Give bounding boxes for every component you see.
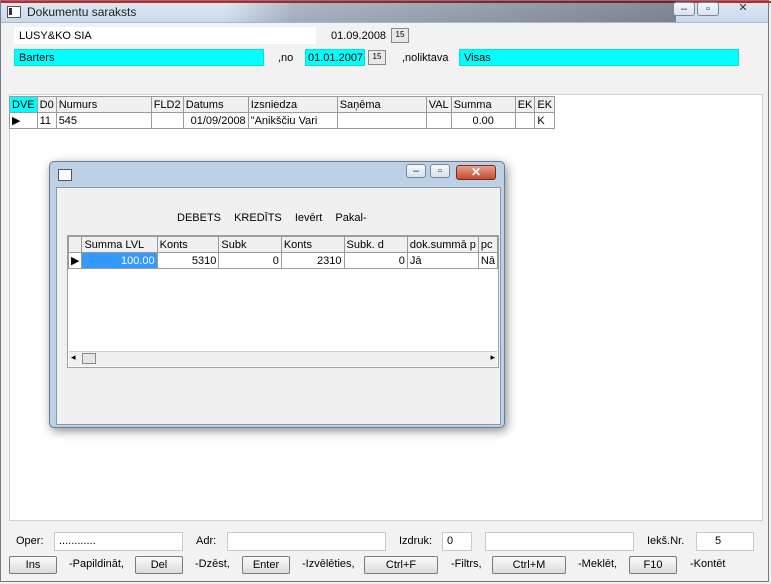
documents-table: DVE D0 Numurs FLD2 Datums Izsniedza Saņē… bbox=[9, 96, 556, 129]
cell-val[interactable] bbox=[425, 112, 452, 129]
child-content: DEBETS KREDĪTS Ievērt Pakal- Summa LVL K… bbox=[56, 187, 501, 425]
ins-button[interactable]: Ins bbox=[9, 556, 57, 574]
oper-field[interactable]: ............ bbox=[54, 532, 183, 551]
cell-sanema[interactable] bbox=[336, 112, 427, 129]
maximize-button[interactable]: ▫ bbox=[697, 2, 719, 16]
cell-ek2[interactable]: K bbox=[534, 112, 556, 129]
menu-pakal[interactable]: Pakal- bbox=[335, 212, 366, 224]
col-header-konts2[interactable]: Konts bbox=[280, 236, 345, 253]
postings-window: – ▫ ✕ DEBETS KREDĪTS Ievērt Pakal- Summa… bbox=[49, 161, 505, 428]
title-bar: Dokumentu saraksts – ▫ ✕ bbox=[1, 1, 771, 23]
col-header-ek[interactable]: EK bbox=[514, 96, 536, 113]
close-button[interactable]: ✕ bbox=[731, 2, 755, 16]
menu-kredits[interactable]: KREDĪTS bbox=[234, 212, 282, 224]
enter-button[interactable]: Enter bbox=[242, 556, 290, 574]
cell-konts2[interactable]: 2310 bbox=[280, 252, 345, 269]
cell-subk-d[interactable]: 0 bbox=[343, 252, 408, 269]
child-maximize-button[interactable]: ▫ bbox=[430, 164, 450, 178]
child-close-button[interactable]: ✕ bbox=[456, 165, 496, 180]
child-minimize-button[interactable]: – bbox=[406, 164, 426, 178]
col-header-sanema[interactable]: Saņēma bbox=[336, 96, 427, 113]
cell-d0[interactable]: 11 bbox=[36, 112, 57, 129]
minimize-button[interactable]: – bbox=[673, 2, 695, 16]
col-header-summa[interactable]: Summa bbox=[450, 96, 516, 113]
table-header-row: DVE D0 Numurs FLD2 Datums Izsniedza Saņē… bbox=[9, 96, 556, 113]
postings-corner bbox=[68, 236, 83, 253]
izdruk-extra-field[interactable] bbox=[485, 532, 634, 551]
ieks-nr-label: Iekš.Nr. bbox=[647, 535, 685, 547]
izdruk-label: Izdruk: bbox=[399, 535, 433, 547]
col-header-pc[interactable]: pc bbox=[477, 236, 498, 253]
postings-header-row: Summa LVL Konts Subk Konts Subk. d dok.s… bbox=[68, 236, 498, 253]
del-desc: -Dzēst, bbox=[195, 558, 230, 570]
ctrl-f-button[interactable]: Ctrl+F bbox=[364, 556, 438, 574]
col-header-dok-summa[interactable]: dok.summā p bbox=[406, 236, 479, 253]
row-indicator: ▶ bbox=[68, 252, 83, 269]
company-field[interactable]: LUSY&KO SIA bbox=[14, 27, 316, 44]
from-label: ,no bbox=[278, 52, 294, 64]
oper-label: Oper: bbox=[16, 535, 44, 547]
adr-label: Adr: bbox=[196, 535, 217, 547]
col-header-konts[interactable]: Konts bbox=[156, 236, 220, 253]
child-window-icon bbox=[58, 169, 72, 181]
enter-desc: -Izvēlēties, bbox=[302, 558, 355, 570]
titlebar-glass bbox=[226, 1, 676, 22]
col-header-ek2[interactable]: EK bbox=[534, 96, 556, 113]
f10-button[interactable]: F10 bbox=[629, 556, 677, 574]
col-header-d0[interactable]: D0 bbox=[36, 96, 57, 113]
cell-summa[interactable]: 0.00 bbox=[450, 112, 516, 129]
top-date: 01.09.2008 bbox=[331, 30, 387, 42]
from-date-field[interactable]: 01.01.2007 bbox=[305, 49, 365, 66]
menu-ievert[interactable]: Ievērt bbox=[295, 212, 323, 224]
scroll-thumb[interactable] bbox=[82, 353, 96, 364]
col-header-izsniedza[interactable]: Izsniedza bbox=[247, 96, 338, 113]
table-row[interactable]: ▶ 100.00 5310 0 2310 0 Jā Nā bbox=[68, 252, 498, 269]
adr-field[interactable] bbox=[227, 532, 386, 551]
horizontal-scrollbar[interactable]: ◂ ▸ bbox=[69, 351, 497, 366]
cell-dok-summa[interactable]: Jā bbox=[406, 252, 479, 269]
col-header-subk[interactable]: Subk bbox=[218, 236, 282, 253]
warehouse-field[interactable]: Visas bbox=[459, 49, 739, 66]
ctrl-m-desc: -Meklēt, bbox=[578, 558, 618, 570]
del-button[interactable]: Del bbox=[135, 556, 183, 574]
scroll-right-icon[interactable]: ▸ bbox=[490, 352, 495, 363]
ctrl-f-desc: -Filtrs, bbox=[451, 558, 482, 570]
doc-type-field[interactable]: Barters bbox=[14, 49, 264, 66]
cell-izsniedza[interactable]: "Anikščiu Vari bbox=[247, 112, 338, 129]
postings-table: Summa LVL Konts Subk Konts Subk. d dok.s… bbox=[68, 236, 498, 269]
ctrl-m-button[interactable]: Ctrl+M bbox=[492, 556, 566, 574]
ins-desc: -Papildināt, bbox=[69, 558, 125, 570]
scroll-left-icon[interactable]: ◂ bbox=[71, 352, 76, 363]
warehouse-label: ,noliktava bbox=[402, 52, 449, 64]
window-title: Dokumentu saraksts bbox=[27, 5, 137, 19]
cell-numurs[interactable]: 545 bbox=[55, 112, 152, 129]
col-header-subk-d[interactable]: Subk. d bbox=[343, 236, 408, 253]
cell-summa-lvl[interactable]: 100.00 bbox=[81, 252, 158, 269]
cell-konts[interactable]: 5310 bbox=[156, 252, 220, 269]
cell-pc[interactable]: Nā bbox=[477, 252, 498, 269]
col-header-val[interactable]: VAL bbox=[425, 96, 452, 113]
row-indicator: ▶ bbox=[9, 112, 38, 129]
f10-desc: -Kontēt bbox=[690, 558, 726, 570]
menu-debets[interactable]: DEBETS bbox=[177, 212, 221, 224]
col-header-datums[interactable]: Datums bbox=[182, 96, 249, 113]
izdruk-field[interactable]: 0 bbox=[442, 532, 472, 551]
cell-datums[interactable]: 01/09/2008 bbox=[182, 112, 249, 129]
cell-fld2[interactable] bbox=[150, 112, 184, 129]
from-calendar-button[interactable]: 15 bbox=[368, 50, 386, 65]
top-calendar-button[interactable]: 15 bbox=[391, 28, 409, 43]
ieks-nr-field[interactable]: 5 bbox=[696, 532, 754, 551]
postings-grid: Summa LVL Konts Subk Konts Subk. d dok.s… bbox=[67, 235, 499, 368]
child-menu: DEBETS KREDĪTS Ievērt Pakal- bbox=[177, 212, 367, 224]
cell-ek[interactable] bbox=[514, 112, 536, 129]
table-row[interactable]: ▶ 11 545 01/09/2008 "Anikščiu Vari 0.00 … bbox=[9, 112, 556, 129]
window-icon bbox=[7, 6, 21, 18]
cell-subk[interactable]: 0 bbox=[218, 252, 282, 269]
col-header-fld2[interactable]: FLD2 bbox=[150, 96, 184, 113]
main-window: Dokumentu saraksts – ▫ ✕ LUSY&KO SIA 01.… bbox=[0, 0, 771, 582]
col-header-dve[interactable]: DVE bbox=[9, 96, 38, 113]
col-header-summa-lvl[interactable]: Summa LVL bbox=[81, 236, 158, 253]
col-header-numurs[interactable]: Numurs bbox=[55, 96, 152, 113]
